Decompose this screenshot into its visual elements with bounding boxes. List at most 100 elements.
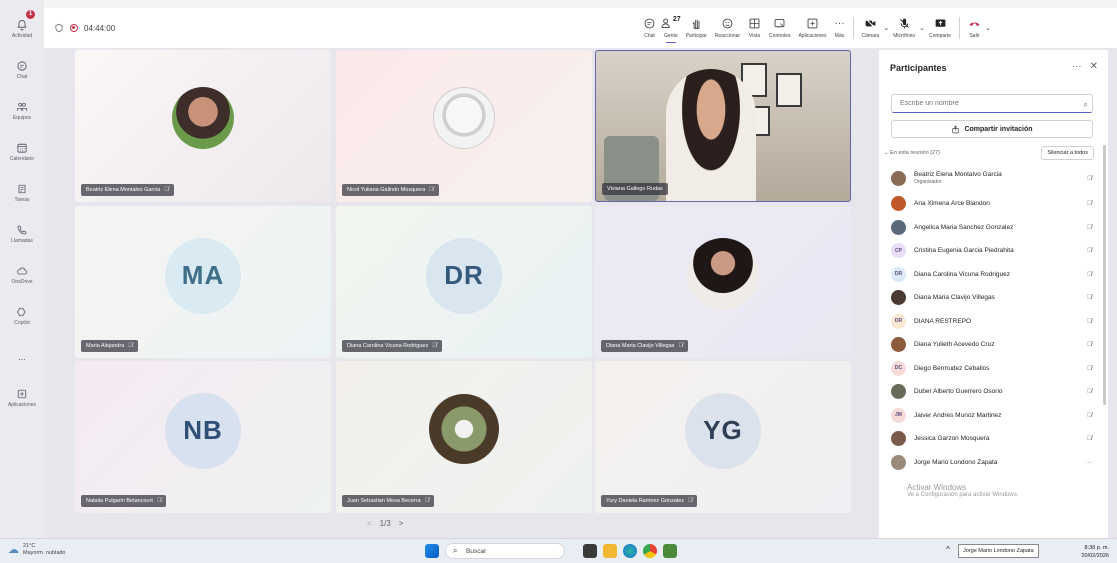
participant-name: Diana Maria Clavijo Villegas xyxy=(914,294,995,302)
participant-name: DIANA RESTREPO xyxy=(914,317,972,325)
react-button[interactable]: Reaccionar xyxy=(711,8,744,48)
mic-muted-icon[interactable]: 🎙̸ xyxy=(1087,388,1092,395)
weather-widget[interactable]: ☁ 21°C Mayorm. nublado xyxy=(8,543,66,557)
rail-item-onedrive[interactable]: OneDrive xyxy=(0,254,44,295)
camera-button[interactable]: Cámara xyxy=(858,8,884,48)
pager-next-button[interactable]: > xyxy=(399,519,404,528)
mic-muted-icon[interactable]: 🎙̸ xyxy=(1087,365,1092,372)
rail-item-chat[interactable]: Chat xyxy=(0,49,44,90)
teams-icon xyxy=(17,102,27,111)
task-view-icon[interactable] xyxy=(583,544,597,558)
rail-item-teams[interactable]: Equipos xyxy=(0,90,44,131)
rail-label: Actividad xyxy=(11,32,33,39)
rail-item-activity[interactable]: 1 Actividad xyxy=(0,8,44,49)
participant-avatar: DR xyxy=(891,266,906,282)
participant-name: Angelica Maria Sanchez Gonzalez xyxy=(914,223,1014,231)
raise-hand-button[interactable]: Participar xyxy=(682,8,711,48)
smile-icon xyxy=(722,18,733,29)
more-button[interactable]: ··· Más xyxy=(831,8,849,48)
participant-tile[interactable]: Nicol Yuliana Galindo Mosquera 🎙̸ xyxy=(336,50,592,202)
participant-row[interactable]: JM Jaiver Andres Munoz Martinez 🎙̸ xyxy=(879,404,1108,428)
mute-all-button[interactable]: Silenciar a todos xyxy=(1041,146,1094,160)
share-invite-button[interactable]: Compartir invitación xyxy=(891,120,1093,138)
start-button[interactable] xyxy=(425,544,439,558)
participant-row[interactable]: CP Cristina Eugenia Garcia Piedrahita 🎙̸ xyxy=(879,239,1108,263)
participant-row[interactable]: DR DIANA RESTREPO 🎙̸ xyxy=(879,310,1108,334)
share-button[interactable]: Comparte xyxy=(925,8,955,48)
participant-name-block: Diana Yulieth Acevedo Cruz xyxy=(914,341,994,348)
rail-label: Tareas xyxy=(14,196,30,203)
rail-item-tasks[interactable]: Tareas xyxy=(0,172,44,213)
view-button[interactable]: Vista xyxy=(744,8,765,48)
pager-prev-button[interactable]: < xyxy=(367,519,372,528)
participant-name: Jaiver Andres Munoz Martinez xyxy=(914,411,1002,419)
controls-button[interactable]: Controles xyxy=(765,8,794,48)
participant-row[interactable]: Ana Ximena Arce Blandon 🎙̸ xyxy=(879,192,1108,216)
rail-label: Calendario xyxy=(9,155,35,162)
participant-row[interactable]: Duber Alberto Guerrero Osorio 🎙̸ xyxy=(879,380,1108,404)
participant-name-block: DIANA RESTREPO xyxy=(914,318,971,325)
participant-video-tile[interactable]: Viviana Gallego Rudas xyxy=(595,50,851,202)
mic-muted-icon[interactable]: 🎙̸ xyxy=(1087,318,1092,325)
participant-tile[interactable]: Diana Maria Clavijo Villegas 🎙̸ xyxy=(595,206,851,358)
mic-muted-icon[interactable]: 🎙̸ xyxy=(1087,224,1092,231)
system-clock[interactable]: 8:38 p. m. 20/02/2026 xyxy=(1081,544,1109,560)
hang-up-icon xyxy=(969,22,980,26)
rail-item-more[interactable]: ... xyxy=(0,336,44,377)
mic-muted-icon[interactable]: 🎙̸ xyxy=(1087,271,1092,278)
more-options-icon[interactable]: ··· xyxy=(1086,459,1093,466)
more-options-icon[interactable]: ··· xyxy=(1072,61,1082,72)
participant-tile[interactable]: DR Diana Carolina Vicuna Rodriguez 🎙̸ xyxy=(336,206,592,358)
mic-muted-icon[interactable]: 🎙̸ xyxy=(1087,294,1092,301)
rail-item-apps[interactable]: Aplicaciones xyxy=(0,377,44,418)
tile-name: Natalia Pulgarin Betancourt xyxy=(86,498,153,504)
participant-tile[interactable]: MA Maria Alejandra 🎙̸ xyxy=(75,206,331,358)
participant-tile[interactable]: Beatriz Elena Montalvo Garcia 🎙̸ xyxy=(75,50,331,202)
participant-row[interactable]: Diana Maria Clavijo Villegas 🎙̸ xyxy=(879,286,1108,310)
leave-options[interactable]: ⌄ xyxy=(985,8,991,48)
mic-muted-icon[interactable]: 🎙̸ xyxy=(1087,200,1092,207)
app-icon[interactable] xyxy=(663,544,677,558)
rail-item-calendar[interactable]: Calendario xyxy=(0,131,44,172)
participant-tile[interactable]: YG Yury Daniela Ramirez Gonzalez 🎙̸ xyxy=(595,361,851,513)
participant-search-input[interactable] xyxy=(891,94,1093,113)
mic-muted-icon[interactable]: 🎙̸ xyxy=(1087,341,1092,348)
close-icon[interactable]: ✕ xyxy=(1090,61,1098,72)
recording-icon xyxy=(70,24,78,32)
mic-button[interactable]: Micrófono xyxy=(889,8,919,48)
participant-row[interactable]: DR Diana Carolina Vicuna Rodriguez 🎙̸ xyxy=(879,263,1108,287)
participant-row[interactable]: Jessica Garzon Mosquera 🎙̸ xyxy=(879,427,1108,451)
mic-muted-icon[interactable]: 🎙̸ xyxy=(1087,412,1092,419)
mic-muted-icon[interactable]: 🎙̸ xyxy=(1087,247,1092,254)
chat-button[interactable]: Chat xyxy=(639,8,660,48)
mic-muted-icon[interactable]: 🎙̸ xyxy=(1087,175,1092,182)
rail-item-copilot[interactable]: Copilot xyxy=(0,295,44,336)
participant-avatar: DC xyxy=(891,360,906,376)
people-button[interactable]: 27 Gente xyxy=(660,8,682,48)
grid-pager: < 1/3 > xyxy=(367,519,403,528)
participant-row[interactable]: Jorge Mario Londono Zapata ··· xyxy=(879,451,1108,475)
participant-row[interactable]: DC Diego Bermudez Ceballos 🎙̸ xyxy=(879,357,1108,381)
chevron-up-icon[interactable]: ^ xyxy=(946,545,950,554)
tile-name: Diana Carolina Vicuna Rodriguez xyxy=(347,343,429,349)
tile-name-tag: Viviana Gallego Rudas xyxy=(602,183,668,195)
clock-date: 20/02/2026 xyxy=(1081,553,1109,559)
participant-avatar: JM xyxy=(891,407,906,423)
participant-row[interactable]: Angelica Maria Sanchez Gonzalez 🎙̸ xyxy=(879,216,1108,240)
leave-button[interactable]: Salir xyxy=(964,8,985,48)
edge-icon[interactable] xyxy=(623,544,637,558)
participant-name: Beatriz Elena Montalvo Garcia xyxy=(914,171,1002,178)
in-meeting-section-toggle[interactable]: ⌄ En esta reunión (27) xyxy=(884,150,940,156)
meeting-toolbar: 04:44:00 Chat 27 Gente Participar Reacci… xyxy=(44,8,1117,48)
taskbar-search[interactable]: ⌕ Buscar xyxy=(445,543,565,559)
mic-muted-icon[interactable]: 🎙̸ xyxy=(1087,435,1092,442)
view-label: Vista xyxy=(749,33,761,39)
participant-tile[interactable]: Juan Sebastian Mesa Becerra 🎙̸ xyxy=(336,361,592,513)
participant-row[interactable]: Diana Yulieth Acevedo Cruz 🎙̸ xyxy=(879,333,1108,357)
chrome-icon[interactable] xyxy=(643,544,657,558)
participant-row[interactable]: Beatriz Elena Montalvo Garcia Organizador… xyxy=(879,164,1108,192)
apps-button[interactable]: Aplicaciones xyxy=(794,8,830,48)
file-explorer-icon[interactable] xyxy=(603,544,617,558)
rail-item-calls[interactable]: Llamadas xyxy=(0,213,44,254)
participant-tile[interactable]: NB Natalia Pulgarin Betancourt 🎙̸ xyxy=(75,361,331,513)
